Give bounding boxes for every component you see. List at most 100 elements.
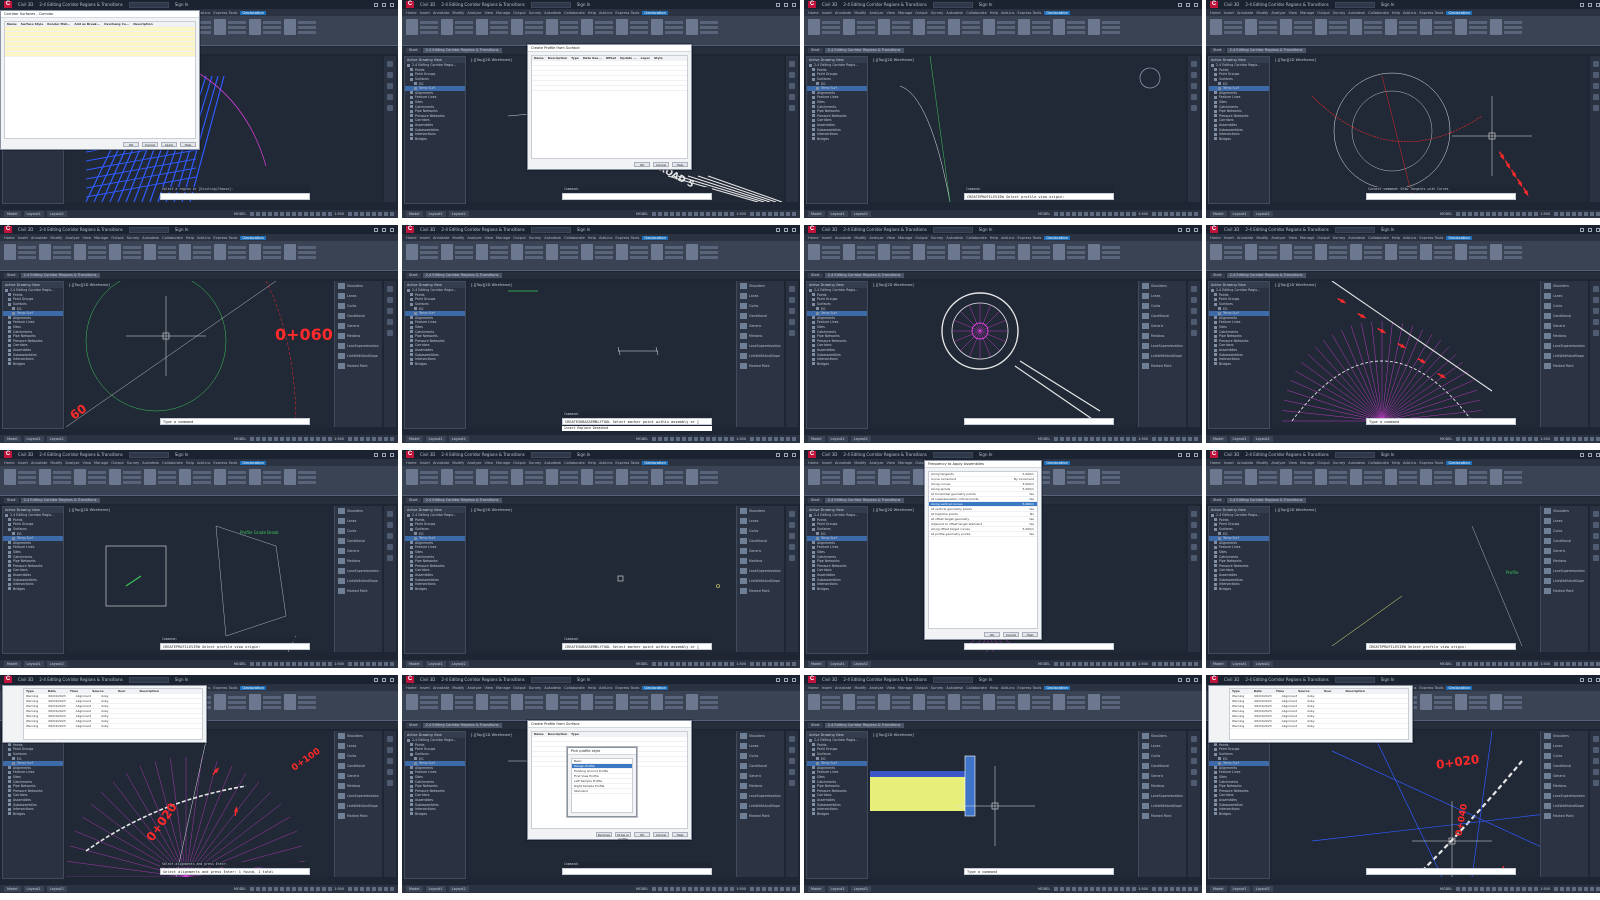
annotation-scale[interactable]: 1:500 (334, 437, 344, 441)
ribbon-tool-icon[interactable] (616, 469, 628, 485)
ribbon-tool-button[interactable] (962, 246, 980, 249)
tool-palette-item[interactable]: LinkWidthAndSlope (1541, 576, 1588, 586)
search-input[interactable] (530, 676, 571, 683)
status-toggle-icon[interactable] (774, 437, 778, 441)
pan-icon[interactable] (1593, 747, 1599, 753)
ribbon-tool-button[interactable] (88, 481, 106, 484)
status-toggle-icon[interactable] (354, 212, 358, 216)
ribbon-tool-button[interactable] (892, 706, 910, 709)
ribbon-tool-button[interactable] (892, 481, 910, 484)
status-toggle-icon[interactable] (1492, 887, 1497, 891)
tool-palette-item[interactable]: LaneSuperelevation (335, 341, 382, 351)
tool-palette-item[interactable]: Shoulders (1541, 506, 1588, 516)
ribbon-tool-button[interactable] (700, 471, 718, 474)
ribbon-tool-button[interactable] (123, 251, 141, 254)
ribbon-tool-button[interactable] (228, 256, 246, 259)
ribbon-tab[interactable]: Annotate (1237, 236, 1253, 240)
ribbon-tool-icon[interactable] (179, 469, 191, 485)
ribbon-tool-icon[interactable] (1018, 244, 1030, 260)
status-toggle-icon[interactable] (1486, 212, 1491, 216)
ribbon-tab[interactable]: Home (406, 461, 417, 465)
status-toggle-icon[interactable] (688, 437, 693, 441)
ribbon-tool-button[interactable] (927, 696, 945, 699)
ribbon-tool-button[interactable] (1434, 31, 1452, 34)
ribbon-tool-button[interactable] (1032, 31, 1050, 34)
property-value[interactable]: Yes (1029, 522, 1034, 526)
ribbon-tab[interactable]: Modify (854, 686, 866, 690)
ribbon-tool-button[interactable] (700, 26, 718, 29)
status-toggle-icon[interactable] (316, 437, 321, 441)
pan-icon[interactable] (1191, 522, 1197, 528)
status-toggle-icon[interactable] (724, 662, 729, 666)
status-toggle-icon[interactable] (274, 212, 279, 216)
ribbon-tool-button[interactable] (595, 481, 613, 484)
ribbon-tool-icon[interactable] (1420, 469, 1432, 485)
zoom-icon[interactable] (387, 83, 393, 89)
ribbon-tool-icon[interactable] (249, 694, 261, 710)
ribbon-tool-button[interactable] (228, 21, 246, 24)
document-tab[interactable]: Start (406, 273, 421, 278)
ribbon-tab[interactable]: Modify (50, 236, 62, 240)
sign-in-link[interactable]: Sign In (1381, 227, 1395, 232)
ribbon-tool-icon[interactable] (284, 19, 296, 35)
ribbon-tab[interactable]: Help (990, 686, 998, 690)
ribbon-tab[interactable]: Insert (822, 236, 832, 240)
ribbon-tab[interactable]: Modify (1256, 236, 1268, 240)
ribbon-tool-button[interactable] (1294, 256, 1312, 259)
maximize-icon[interactable] (382, 452, 386, 457)
status-toggle-icon[interactable] (1152, 212, 1156, 216)
document-tab[interactable]: 2-4 Editing Corridor Regions & Transitio… (1226, 48, 1306, 53)
status-toggle-icon[interactable] (750, 662, 754, 666)
ribbon-tab[interactable]: Help (1392, 11, 1400, 15)
ribbon-tool-icon[interactable] (1018, 19, 1030, 35)
ribbon-tool-icon[interactable] (4, 469, 16, 485)
ribbon-tool-button[interactable] (1224, 476, 1242, 479)
column-header[interactable]: Description (139, 689, 158, 693)
status-toggle-icon[interactable] (366, 662, 370, 666)
app-logo-icon[interactable]: C (406, 226, 414, 233)
ribbon-tool-button[interactable] (822, 701, 840, 704)
status-toggle-icon[interactable] (1510, 887, 1515, 891)
ribbon-tool-button[interactable] (595, 256, 613, 259)
ribbon-tab[interactable]: Output (915, 11, 927, 15)
minimize-icon[interactable] (1580, 227, 1584, 232)
ribbon-tool-button[interactable] (1259, 21, 1277, 24)
ribbon-tool-button[interactable] (1259, 471, 1277, 474)
status-toggle-icon[interactable] (1486, 662, 1491, 666)
minimize-icon[interactable] (1178, 677, 1182, 682)
ribbon-tab[interactable]: Output (1317, 461, 1329, 465)
tool-palette-item[interactable]: Marked Point (1541, 811, 1588, 821)
status-toggle-icon[interactable] (1084, 887, 1089, 891)
status-toggle-icon[interactable] (1176, 437, 1180, 441)
status-toggle-icon[interactable] (682, 662, 687, 666)
prospector-tree-item[interactable]: 2-4 Editing Corridor Regio... (807, 63, 867, 68)
orbit-icon[interactable] (387, 544, 393, 550)
ribbon-tool-icon[interactable] (1385, 19, 1397, 35)
annotation-scale[interactable]: 1:500 (736, 212, 746, 216)
ribbon-tab[interactable]: Survey (529, 236, 542, 240)
ribbon-tab[interactable]: Survey (127, 236, 140, 240)
status-toggle-icon[interactable] (786, 212, 790, 216)
status-toggle-icon[interactable] (712, 437, 717, 441)
ribbon-tool-button[interactable] (560, 481, 578, 484)
annotation-scale[interactable]: 1:500 (1138, 662, 1148, 666)
ribbon-tab[interactable]: Annotate (835, 236, 851, 240)
showmotion-icon[interactable] (1191, 330, 1197, 336)
ribbon-tool-button[interactable] (1032, 706, 1050, 709)
ribbon-tab[interactable]: Help (1392, 461, 1400, 465)
ribbon-tool-button[interactable] (228, 701, 246, 704)
ribbon-tool-button[interactable] (158, 246, 176, 249)
minimize-icon[interactable] (1580, 2, 1584, 7)
ribbon-tab[interactable]: Home (4, 236, 15, 240)
ribbon-tool-button[interactable] (1469, 246, 1487, 249)
status-toggle-icon[interactable] (1066, 437, 1071, 441)
tool-palette-item[interactable]: Medians (1541, 331, 1588, 341)
status-toggle-icon[interactable] (694, 887, 699, 891)
layout-tab[interactable]: Layout2 (850, 436, 871, 442)
ribbon-tool-button[interactable] (700, 701, 718, 704)
model-viewport[interactable]: [-][Top][2D Wireframe] (870, 56, 1186, 202)
ribbon-tool-button[interactable] (18, 471, 36, 474)
status-toggle-icon[interactable] (1498, 662, 1503, 666)
status-toggle-icon[interactable] (774, 662, 778, 666)
layout-tab[interactable]: Layout2 (448, 661, 469, 667)
